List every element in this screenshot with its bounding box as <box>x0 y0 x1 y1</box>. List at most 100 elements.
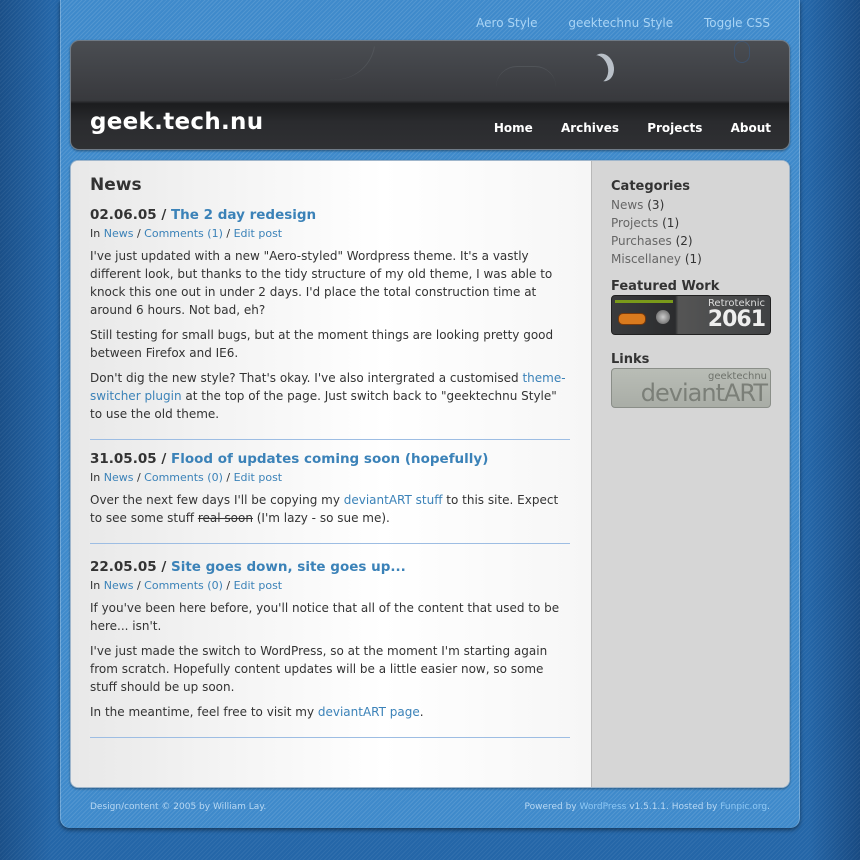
categories-list: News (3) Projects (1) Purchases (2) Misc… <box>611 196 702 268</box>
post-meta: In News / Comments (1) / Edit post <box>90 227 570 240</box>
post-meta: In News / Comments (0) / Edit post <box>90 579 570 592</box>
aero-style-link[interactable]: Aero Style <box>476 16 537 30</box>
orange-light-icon <box>618 313 646 325</box>
post-paragraph: Still testing for small bugs, but at the… <box>90 328 554 360</box>
post: 31.05.05 / Flood of updates coming soon … <box>90 451 570 544</box>
post-divider <box>90 737 570 738</box>
comments-link[interactable]: Comments (0) <box>144 471 223 484</box>
category-item: Purchases (2) <box>611 232 702 250</box>
post-date: 02.06.05 <box>90 207 157 223</box>
category-link-news[interactable]: News <box>611 198 643 212</box>
category-item: Miscellaney (1) <box>611 250 702 268</box>
post-meta: In News / Comments (0) / Edit post <box>90 471 570 484</box>
category-link-miscellaney[interactable]: Miscellaney <box>611 252 681 266</box>
text: . <box>767 802 770 812</box>
sidebar: Categories News (3) Projects (1) Purchas… <box>592 161 789 787</box>
post-heading: 02.06.05 / The 2 day redesign <box>90 207 570 223</box>
nav-archives[interactable]: Archives <box>561 121 619 135</box>
separator: / <box>156 559 171 575</box>
featured-work-block: Featured Work Retroteknic 2061 <box>611 279 771 335</box>
nav-projects[interactable]: Projects <box>647 121 702 135</box>
knob-icon <box>656 310 670 324</box>
cloud-decoration <box>734 41 750 63</box>
category-count: (3) <box>643 198 665 212</box>
category-link[interactable]: News <box>104 471 134 484</box>
separator: / <box>222 227 234 240</box>
wordpress-link[interactable]: WordPress <box>580 802 627 812</box>
meta-label: In <box>90 227 104 240</box>
post-divider <box>90 543 570 544</box>
post-title-link[interactable]: Flood of updates coming soon (hopefully) <box>171 451 488 467</box>
separator: / <box>133 471 145 484</box>
page-title: News <box>90 175 142 195</box>
site-title[interactable]: geek.tech.nu <box>90 109 263 135</box>
category-link[interactable]: News <box>104 227 134 240</box>
post-heading: 22.05.05 / Site goes down, site goes up.… <box>90 559 570 575</box>
edit-post-link[interactable]: Edit post <box>234 579 283 592</box>
nav-about[interactable]: About <box>731 121 771 135</box>
struck-text: real soon <box>197 511 253 525</box>
text: Over the next few days I'll be copying m… <box>90 493 344 507</box>
cloud-decoration <box>307 41 376 86</box>
post-title-link[interactable]: Site goes down, site goes up... <box>171 559 406 575</box>
category-link[interactable]: News <box>104 579 134 592</box>
post-paragraph: Don't dig the new style? That's okay. I'… <box>90 369 570 423</box>
separator: / <box>133 579 145 592</box>
links-block: Links geektechnu deviantART <box>611 352 771 408</box>
post-paragraph: I've just made the switch to WordPress, … <box>90 644 548 694</box>
site-header: geek.tech.nu Home Archives Projects Abou… <box>70 40 790 150</box>
categories-block: Categories News (3) Projects (1) Purchas… <box>611 179 702 268</box>
edit-post-link[interactable]: Edit post <box>234 227 283 240</box>
footer-copyright: Design/content © 2005 by William Lay. <box>90 802 267 812</box>
edit-post-link[interactable]: Edit post <box>234 471 283 484</box>
cloud-decoration <box>496 66 556 87</box>
text: Don't dig the new style? That's okay. I'… <box>90 371 523 385</box>
category-item: Projects (1) <box>611 214 702 232</box>
comments-link[interactable]: Comments (0) <box>144 579 223 592</box>
post-date: 31.05.05 <box>90 451 157 467</box>
deviantart-stuff-link[interactable]: deviantART stuff <box>344 493 443 507</box>
post: 02.06.05 / The 2 day redesign In News / … <box>90 207 570 440</box>
post-paragraph: Over the next few days I'll be copying m… <box>90 491 570 527</box>
geektechnu-style-link[interactable]: geektechnu Style <box>568 16 673 30</box>
categories-heading: Categories <box>611 179 691 194</box>
featured-work-heading: Featured Work <box>611 279 720 294</box>
text: (I'm lazy - so sue me). <box>252 511 390 525</box>
separator: / <box>156 207 171 223</box>
page-wrapper: Aero Style geektechnu Style Toggle CSS g… <box>60 0 800 828</box>
category-link-purchases[interactable]: Purchases <box>611 234 672 248</box>
meta-label: In <box>90 579 104 592</box>
footer-credits: Powered by WordPress v1.5.1.1. Hosted by… <box>524 802 770 812</box>
retroteknic-badge[interactable]: Retroteknic 2061 <box>611 295 771 335</box>
separator: / <box>222 579 234 592</box>
category-link-projects[interactable]: Projects <box>611 216 658 230</box>
moon-icon <box>583 53 611 86</box>
post-paragraph: In the meantime, feel free to visit my d… <box>90 703 570 721</box>
toggle-css-link[interactable]: Toggle CSS <box>704 16 770 30</box>
badge-logo-text: deviantART <box>640 379 768 407</box>
post-heading: 31.05.05 / Flood of updates coming soon … <box>90 451 570 467</box>
text: In the meantime, feel free to visit my <box>90 705 318 719</box>
content-panel: News 02.06.05 / The 2 day redesign In Ne… <box>70 160 790 788</box>
meta-label: In <box>90 471 104 484</box>
deviantart-page-link[interactable]: deviantART page <box>318 705 420 719</box>
nav-home[interactable]: Home <box>494 121 533 135</box>
text: Powered by <box>524 802 580 812</box>
main-nav: Home Archives Projects About <box>470 121 771 135</box>
style-switcher: Aero Style geektechnu Style Toggle CSS <box>449 16 770 30</box>
category-item: News (3) <box>611 196 702 214</box>
badge-number: 2061 <box>707 307 766 332</box>
funpic-link[interactable]: Funpic.org <box>720 802 767 812</box>
comments-link[interactable]: Comments (1) <box>144 227 223 240</box>
separator: / <box>156 451 171 467</box>
post-title-link[interactable]: The 2 day redesign <box>171 207 316 223</box>
links-heading: Links <box>611 352 650 367</box>
separator: / <box>222 471 234 484</box>
category-count: (1) <box>681 252 702 266</box>
post-paragraph: If you've been here before, you'll notic… <box>90 601 560 633</box>
post-date: 22.05.05 <box>90 559 157 575</box>
separator: / <box>133 227 145 240</box>
level-bar-decoration <box>615 300 673 303</box>
main-column: News 02.06.05 / The 2 day redesign In Ne… <box>71 161 592 787</box>
deviantart-badge[interactable]: geektechnu deviantART <box>611 368 771 408</box>
